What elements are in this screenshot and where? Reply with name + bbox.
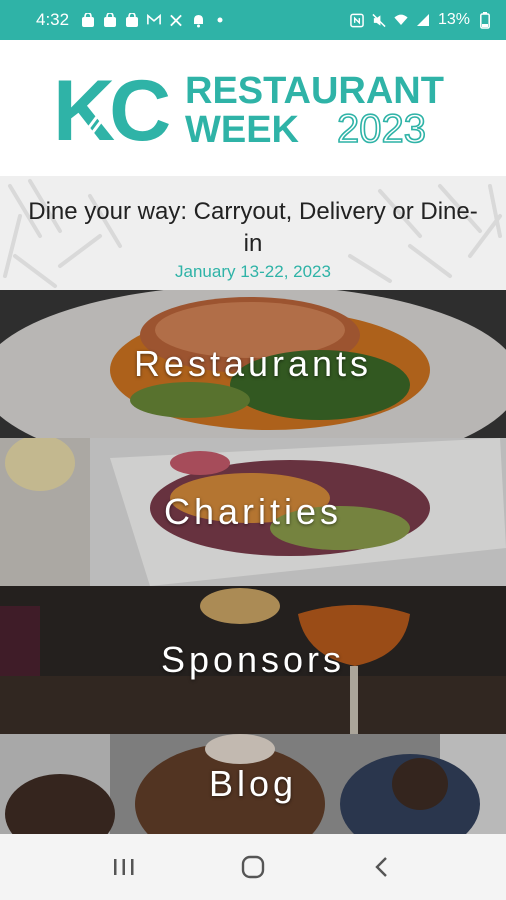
shopping-bag-icon [103, 12, 117, 28]
kc-restaurant-week-logo: KC RESTAURANT WEEK 2023 [53, 68, 444, 148]
restaurants-label: Restaurants [133, 343, 373, 384]
restaurants-tile[interactable]: Restaurants [0, 290, 506, 438]
blog-label: Blog [208, 763, 298, 804]
blog-tile[interactable]: Blog [0, 734, 506, 834]
tagline-text: Dine your way: Carryout, Delivery or Din… [28, 198, 478, 257]
sponsors-label: Sponsors [160, 639, 346, 680]
tagline-panel: Dine your way: Carryout, Delivery or Din… [0, 176, 506, 290]
nfc-icon [350, 12, 364, 28]
shopping-bag-icon [125, 12, 139, 28]
charities-label: Charities [163, 491, 343, 532]
wifi-icon [394, 12, 408, 28]
charities-tile[interactable]: Charities [0, 438, 506, 586]
status-left: 4:32 [36, 10, 227, 30]
battery-percent: 13% [437, 11, 470, 28]
recent-apps-button[interactable] [100, 843, 148, 891]
logo-year: 2023 [337, 107, 426, 148]
system-nav-bar [0, 834, 506, 900]
tools-icon [169, 12, 183, 28]
logo-kc: KC [53, 68, 169, 148]
shopping-bag-icon [81, 12, 95, 28]
back-icon [374, 857, 387, 877]
gmail-icon [147, 12, 162, 28]
status-time: 4:32 [36, 10, 70, 29]
sponsors-tile[interactable]: Sponsors [0, 586, 506, 734]
mute-icon [372, 12, 386, 28]
recent-apps-icon [114, 859, 134, 875]
status-bar: 4:32 13% [0, 0, 506, 40]
logo-week: WEEK [185, 109, 300, 148]
status-right: 13% [350, 11, 492, 29]
back-button[interactable] [358, 843, 406, 891]
home-icon [241, 855, 265, 879]
signal-icon [416, 12, 430, 28]
event-dates: January 13-22, 2023 [175, 262, 331, 281]
logo-restaurant: RESTAURANT [185, 70, 444, 112]
dot-icon [213, 12, 227, 28]
home-button[interactable] [229, 843, 277, 891]
app-header: KC RESTAURANT WEEK 2023 [0, 40, 506, 176]
battery-icon [478, 11, 492, 29]
bell-icon [191, 12, 205, 28]
